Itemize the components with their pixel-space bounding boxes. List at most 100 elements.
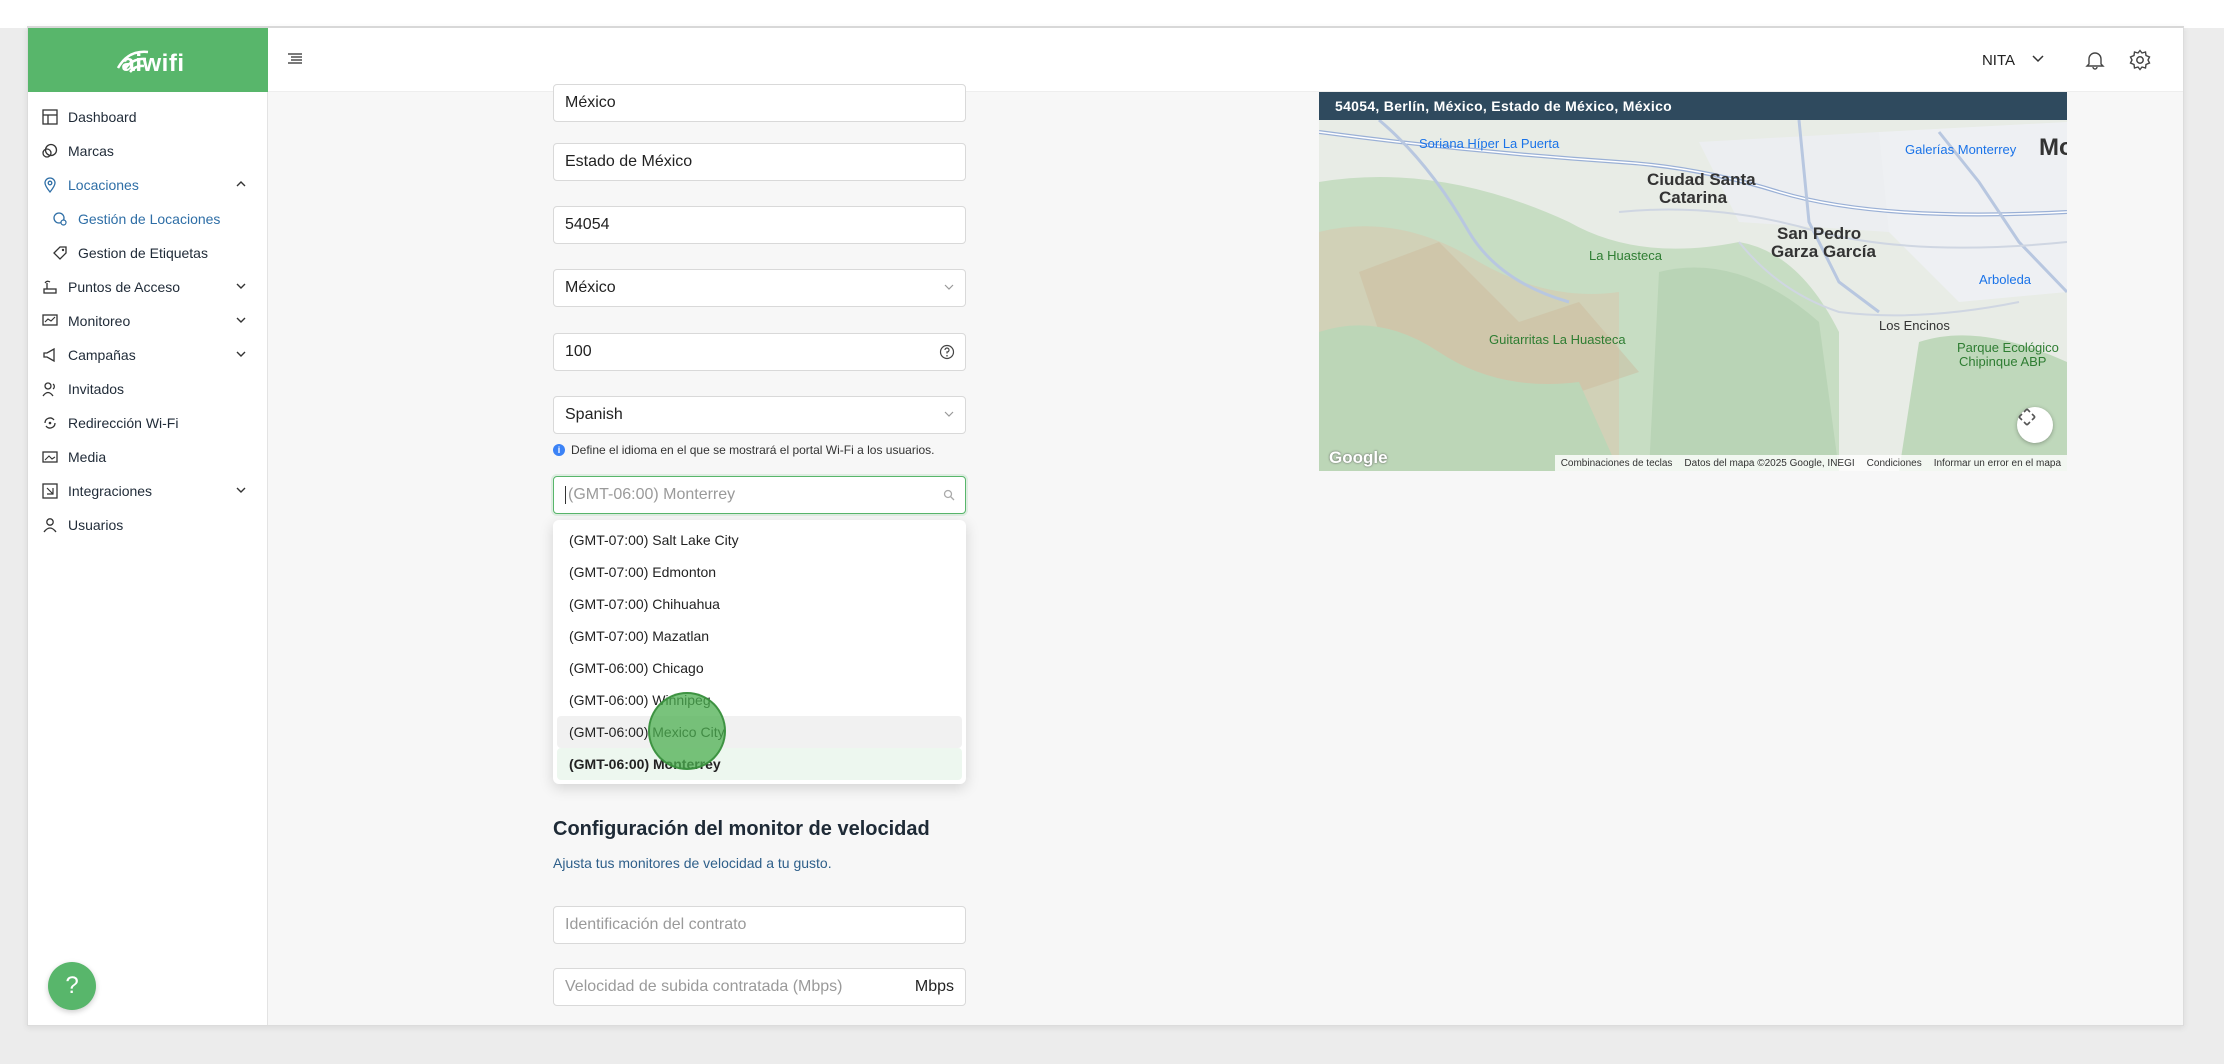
sidebar-item-label: Campañas [68,347,136,363]
sidebar-item-label: Usuarios [68,517,124,533]
radius-field[interactable]: 100 [553,333,966,371]
field-value: 54054 [565,216,610,233]
sidebar-item-usuarios[interactable]: Usuarios [28,508,268,542]
upload-speed-input[interactable]: Velocidad de subida contratada (Mbps) Mb… [553,968,966,1006]
map-footer: Combinaciones de teclas Datos del mapa ©… [1554,455,2067,471]
map-poi: Parque Ecológico [1957,340,2059,355]
monitor-icon [42,313,58,329]
timezone-option[interactable]: (GMT-07:00) Salt Lake City [557,524,962,556]
sidebar-item-gestion-locaciones[interactable]: Gestión de Locaciones [28,202,268,236]
timezone-option[interactable]: (GMT-06:00) Chicago [557,652,962,684]
chevron-down-icon [236,487,246,493]
chevron-down-icon [236,317,246,323]
google-logo: Google [1329,448,1388,467]
map-report-link[interactable]: Informar un error en el mapa [1934,458,2061,469]
sidebar-item-campanas[interactable]: Campañas [28,338,268,372]
sidebar-nav: Dashboard Marcas Locaciones Gestión de L… [28,100,268,542]
timezone-option[interactable]: (GMT-07:00) Chihuahua [557,588,962,620]
chevron-up-icon [236,181,246,187]
country-select[interactable]: México [553,269,966,307]
access-point-icon [42,279,58,295]
media-icon [42,449,58,465]
map-poi: Galerías Monterrey [1905,142,2017,157]
gear-icon[interactable] [2129,49,2151,71]
sidebar-item-media[interactable]: Media [28,440,268,474]
wifi-logo-icon [116,50,149,73]
language-select[interactable]: Spanish [553,396,966,434]
sidebar-item-label: Puntos de Acceso [68,279,181,295]
field-placeholder: (GMT-06:00) Monterrey [568,486,736,503]
help-circle-icon[interactable] [939,344,955,360]
map-label: Los Encinos [1879,318,1950,333]
help-button[interactable]: ? [48,962,96,1010]
sidebar-item-monitoreo[interactable]: Monitoreo [28,304,268,338]
browser-top-strip [0,0,2224,28]
contract-id-input[interactable]: Identificación del contrato [553,906,966,944]
sidebar-item-dashboard[interactable]: Dashboard [28,100,268,134]
logo[interactable]: aiwifi [28,28,268,92]
timezone-dropdown: (GMT-07:00) Salt Lake City (GMT-07:00) E… [553,520,966,784]
tag-icon [42,143,58,159]
chevron-down-icon [944,284,954,290]
search-icon [943,489,955,501]
timezone-option[interactable]: (GMT-07:00) Edmonton [557,556,962,588]
timezone-option-selected[interactable]: (GMT-06:00) Monterrey [557,748,962,780]
map-poi: Chipinque ABP [1959,354,2047,369]
user-menu-name[interactable]: NITA [1982,52,2015,69]
map-shortcuts-link[interactable]: Combinaciones de teclas [1561,458,1673,469]
map-label: Catarina [1659,188,1728,207]
location-map[interactable]: 54054, Berlín, México, Estado de México,… [1319,92,2067,471]
chevron-down-icon [944,411,954,417]
click-indicator [648,692,726,770]
timezone-search-input[interactable]: (GMT-06:00) Monterrey [553,476,966,514]
sidebar: aiwifi Dashboard Marcas Locaciones Gesti… [28,28,268,1025]
sidebar-item-label: Monitoreo [68,313,131,329]
map-label: Mon [2039,134,2067,161]
unit-suffix: Mbps [914,978,954,995]
map-poi: La Huasteca [1589,248,1662,263]
sidebar-item-label: Media [68,449,107,465]
map-label: San Pedro [1777,224,1862,243]
postal-code-field[interactable]: 54054 [553,206,966,244]
hint-text: Define el idioma en el que se mostrará e… [571,443,935,457]
app-window: aiwifi Dashboard Marcas Locaciones Gesti… [27,26,2184,1026]
field-placeholder: Velocidad de subida contratada (Mbps) [565,978,843,995]
chevron-down-icon[interactable] [2031,54,2045,64]
language-hint: i Define el idioma en el que se mostrará… [553,443,935,457]
timezone-option-hovered[interactable]: (GMT-06:00) Mexico City [557,716,962,748]
country-text-field[interactable]: México [553,84,966,122]
location-gear-icon [52,211,68,227]
sidebar-item-gestion-etiquetas[interactable]: Gestion de Etiquetas [28,236,268,270]
dashboard-icon [42,109,58,125]
map-poi: Soriana Híper La Puerta [1419,136,1560,151]
chevron-down-icon [236,351,246,357]
map-terms-link[interactable]: Condiciones [1867,458,1922,469]
field-value: 100 [565,343,592,360]
sidebar-item-puntos-acceso[interactable]: Puntos de Acceso [28,270,268,304]
state-field[interactable]: Estado de México [553,143,966,181]
bell-icon[interactable] [2085,50,2105,70]
map-label: Garza García [1771,242,1876,261]
sidebar-item-label: Invitados [68,381,125,397]
redirect-icon [42,415,58,431]
sidebar-item-invitados[interactable]: Invitados [28,372,268,406]
sidebar-item-label: Locaciones [68,177,139,193]
integrations-icon [42,483,58,499]
fullscreen-icon[interactable] [2017,407,2053,443]
map-label: Ciudad Santa [1647,170,1756,189]
map-poi: Guitarritas La Huasteca [1489,332,1626,347]
sidebar-item-redireccion-wifi[interactable]: Redirección Wi-Fi [28,406,268,440]
sidebar-item-locaciones[interactable]: Locaciones [28,168,268,202]
speed-monitor-title: Configuración del monitor de velocidad [553,818,930,840]
sidebar-item-label: Dashboard [68,109,137,125]
megaphone-icon [42,347,58,363]
map-data-credit: Datos del mapa ©2025 Google, INEGI [1684,457,1855,469]
field-value: Estado de México [565,153,693,170]
field-value: México [565,94,616,111]
info-icon: i [553,444,565,456]
menu-collapse-icon[interactable] [288,53,302,65]
sidebar-item-marcas[interactable]: Marcas [28,134,268,168]
sidebar-item-integraciones[interactable]: Integraciones [28,474,268,508]
timezone-option[interactable]: (GMT-07:00) Mazatlan [557,620,962,652]
timezone-option[interactable]: (GMT-06:00) Winnipeg [557,684,962,716]
